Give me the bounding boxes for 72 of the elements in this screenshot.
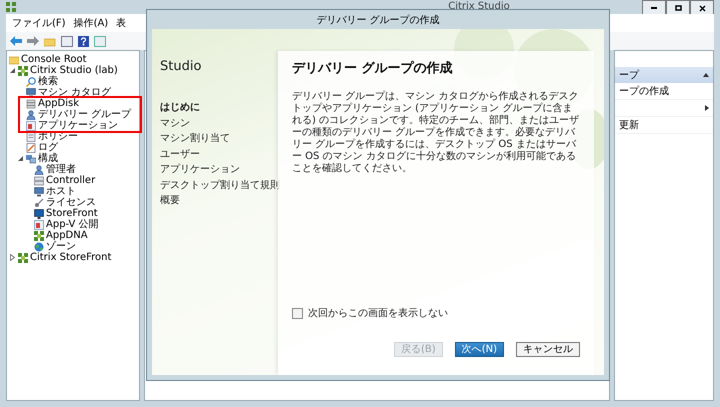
tree-item[interactable]: ゾーン xyxy=(46,241,76,252)
wizard-step[interactable]: 概要 xyxy=(160,193,278,208)
monitor-icon xyxy=(34,186,44,196)
close-icon xyxy=(698,4,706,12)
checkbox-label: 次回からこの画面を表示しない xyxy=(308,306,448,320)
tree-item[interactable]: 構成 xyxy=(38,153,58,164)
wizard-step[interactable]: はじめに xyxy=(160,100,278,116)
submenu-arrow-icon[interactable] xyxy=(705,105,709,111)
brand-label: Studio xyxy=(160,59,202,74)
description-text: デリバリー グループは、マシン カタログから作成されるデスクトップやアプリケーション (アプリケーション グループに含まれる) のコレクションです。特定のチーム、部門、またはユーザーの種類のデリバリー グループを作成できます。必要なデリバリー グループを作成するには、デスクトップ OS またはサーバー OS のマシン カタログに十分な数のマシンが利用可能であることを確認してください。 xyxy=(292,91,580,175)
wizard-step[interactable]: マシン xyxy=(160,116,278,131)
tree-item[interactable]: AppDNA xyxy=(46,230,88,241)
wizard-step[interactable]: マシン割り当て xyxy=(160,131,278,146)
tree-item[interactable]: Console Root xyxy=(21,54,87,65)
tree-item[interactable]: Controller xyxy=(46,175,96,186)
tree-item[interactable]: Citrix StoreFront xyxy=(30,252,112,263)
help-icon[interactable] xyxy=(78,36,89,46)
dialog-button[interactable]: 次へ(N) xyxy=(454,342,504,357)
person-icon xyxy=(34,164,44,174)
back-arrow-icon[interactable] xyxy=(10,36,22,46)
tree-item[interactable]: マシン カタログ xyxy=(38,87,112,98)
notepad-icon xyxy=(26,142,36,152)
collapse-arrow-icon[interactable] xyxy=(9,67,16,74)
grid-icon xyxy=(18,66,28,76)
tree-item[interactable]: 検索 xyxy=(38,76,58,87)
window-icon xyxy=(34,220,44,230)
person-icon xyxy=(26,110,36,120)
monitor-icon xyxy=(26,88,36,98)
tree-item[interactable]: 管理者 xyxy=(46,164,76,175)
tree-item[interactable]: ホスト xyxy=(46,186,76,197)
checkbox[interactable] xyxy=(292,308,303,318)
window-icon xyxy=(26,120,36,130)
globe-icon xyxy=(34,242,44,252)
grid-icon xyxy=(18,252,28,262)
window-icon[interactable] xyxy=(61,36,73,46)
tree-item[interactable]: ログ xyxy=(38,142,58,153)
menu-item[interactable]: 表 xyxy=(116,16,126,30)
collapse-arrow-icon[interactable] xyxy=(703,73,709,77)
menu-item[interactable]: ファイル(F) xyxy=(12,16,66,30)
tree-item[interactable]: アプリケーション xyxy=(38,120,118,131)
window-title: Citrix Studio xyxy=(448,1,510,13)
document-icon xyxy=(26,132,36,142)
forward-arrow-icon[interactable] xyxy=(27,36,39,46)
tree-item[interactable]: App-V 公開 xyxy=(46,219,99,230)
maximize-icon xyxy=(674,5,682,11)
server-icon xyxy=(34,176,44,186)
tree-item[interactable]: StoreFront xyxy=(46,208,98,219)
menu-item[interactable]: 操作(A) xyxy=(74,16,108,30)
wizard-step[interactable]: アプリケーション xyxy=(160,162,278,178)
actions-header: ープ xyxy=(619,68,639,82)
search-icon xyxy=(26,76,36,86)
tree-item[interactable]: Citrix Studio (lab) xyxy=(30,65,118,76)
dialog-button[interactable]: キャンセル xyxy=(516,342,580,357)
expand-arrow-icon[interactable] xyxy=(9,254,16,261)
tree-item[interactable]: ライセンス xyxy=(46,197,96,208)
tree-item[interactable]: デリバリー グループ xyxy=(38,109,132,120)
grid-icon xyxy=(6,2,16,12)
tree-item[interactable]: AppDisk xyxy=(38,98,80,109)
action-item[interactable]: 更新 xyxy=(619,118,639,132)
monitor-icon xyxy=(34,208,44,218)
wizard-step[interactable]: ユーザー xyxy=(160,146,278,162)
action-item[interactable]: ープの作成 xyxy=(619,84,669,98)
dialog-title: デリバリー グループの作成 xyxy=(316,14,440,26)
collapse-arrow-icon[interactable] xyxy=(17,155,24,162)
folder-icon xyxy=(9,54,19,64)
computers-icon xyxy=(26,154,36,164)
key-icon xyxy=(34,198,44,208)
grid-icon xyxy=(34,230,44,240)
page-heading: デリバリー グループの作成 xyxy=(292,60,454,77)
wizard-step[interactable]: デスクトップ割り当て規則 xyxy=(160,178,278,193)
database-icon xyxy=(26,98,36,108)
minimize-icon xyxy=(651,7,657,9)
